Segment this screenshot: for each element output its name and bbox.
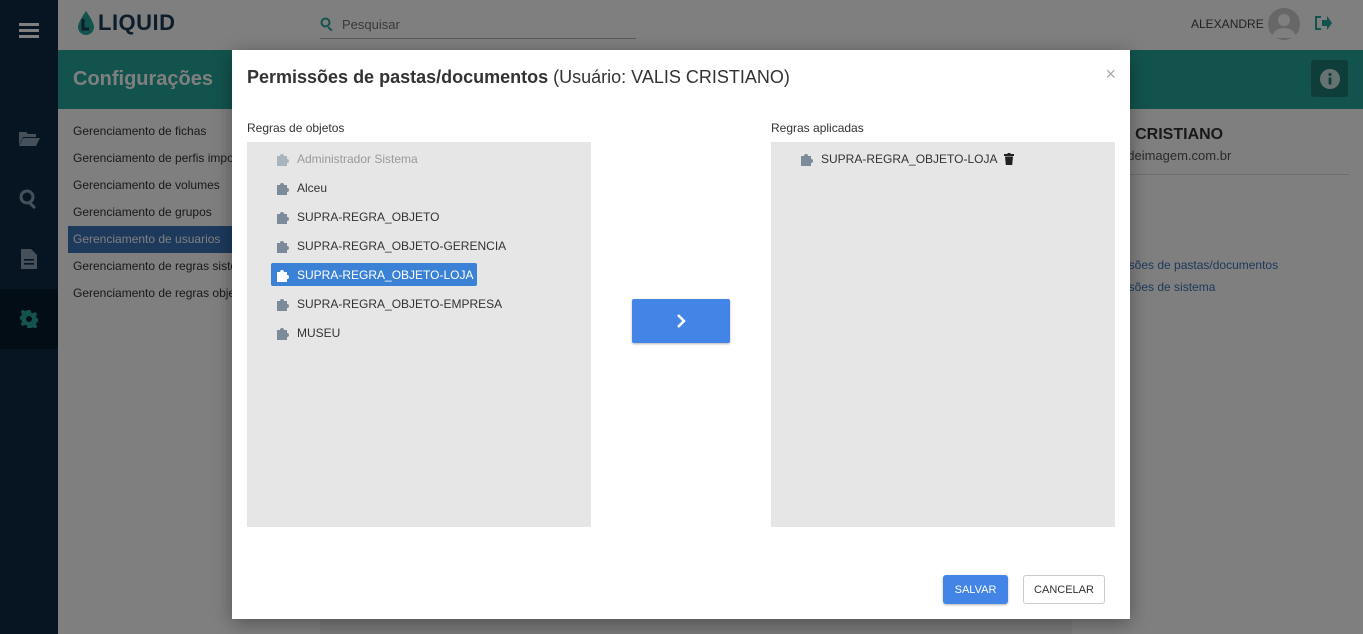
rule-item-label: Administrador Sistema (297, 151, 418, 166)
cancel-button[interactable]: CANCELAR (1023, 575, 1105, 604)
puzzle-icon (277, 240, 289, 253)
applied-rule-label: SUPRA-REGRA_OBJETO-LOJA (821, 151, 998, 166)
rule-item[interactable]: Alceu (271, 176, 331, 199)
puzzle-icon (277, 153, 289, 166)
dialog-title-bold: Permissões de pastas/documentos (247, 67, 549, 87)
rule-item-label: SUPRA-REGRA_OBJETO (297, 209, 440, 224)
puzzle-icon (277, 211, 289, 224)
rule-item-label: SUPRA-REGRA_OBJETO-EMPRESA (297, 296, 503, 311)
puzzle-icon (277, 327, 289, 340)
add-rule-button[interactable] (632, 299, 730, 343)
puzzle-icon (277, 269, 289, 282)
available-rules-label: Regras de objetos (247, 121, 345, 135)
rule-item-label: SUPRA-REGRA_OBJETO-GERENCIA (297, 238, 507, 253)
chevron-right-icon (677, 314, 686, 328)
available-rules-list: Administrador Sistema Alceu SUPRA-REGRA_… (247, 142, 591, 527)
save-button[interactable]: SALVAR (943, 575, 1008, 604)
puzzle-icon (801, 153, 813, 166)
close-button[interactable]: × (1105, 64, 1116, 85)
rule-item[interactable]: SUPRA-REGRA_OBJETO-GERENCIA (271, 234, 510, 257)
rule-item-label: MUSEU (297, 325, 341, 340)
rule-item[interactable]: SUPRA-REGRA_OBJETO-EMPRESA (271, 292, 506, 315)
applied-rule-item[interactable]: SUPRA-REGRA_OBJETO-LOJA (795, 147, 1001, 170)
dialog-title-user: (Usuário: VALIS CRISTIANO) (548, 67, 790, 87)
puzzle-icon (277, 182, 289, 195)
trash-icon (1004, 153, 1014, 165)
rule-item[interactable]: SUPRA-REGRA_OBJETO (271, 205, 443, 228)
dialog-title: Permissões de pastas/documentos (Usuário… (247, 67, 790, 88)
applied-rules-label: Regras aplicadas (771, 121, 864, 135)
remove-rule-button[interactable] (1004, 152, 1014, 170)
permissions-dialog: Permissões de pastas/documentos (Usuário… (232, 50, 1130, 619)
rule-item-selected[interactable]: SUPRA-REGRA_OBJETO-LOJA (271, 263, 478, 286)
rule-item-label: Alceu (297, 180, 328, 195)
rule-item[interactable]: Administrador Sistema (271, 147, 422, 170)
rule-item-label: SUPRA-REGRA_OBJETO-LOJA (297, 267, 474, 282)
rule-item[interactable]: MUSEU (271, 321, 344, 344)
applied-rules-list: SUPRA-REGRA_OBJETO-LOJA (771, 142, 1115, 527)
puzzle-icon (277, 298, 289, 311)
